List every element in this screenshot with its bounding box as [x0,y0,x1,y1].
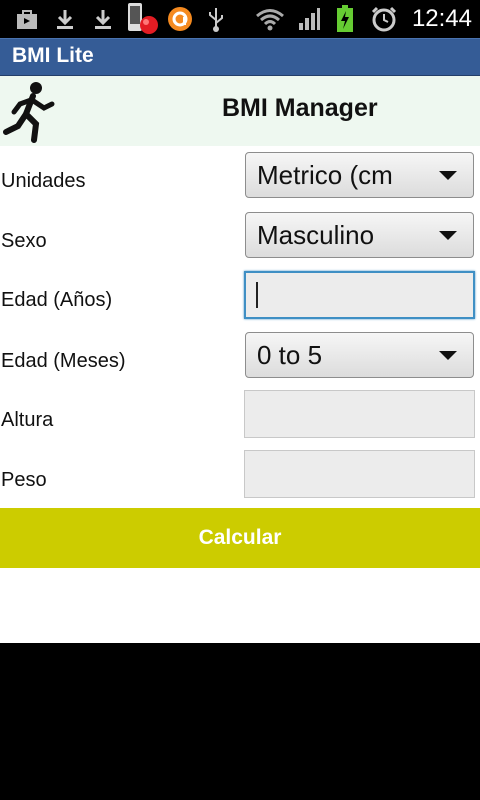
phone-icon [125,3,159,34]
runner-icon [0,80,56,144]
status-time: 12:44 [411,5,472,32]
calculate-button[interactable]: Calcular [0,508,480,568]
age-years-field[interactable] [244,271,475,319]
bag-icon [14,6,40,32]
sex-label: Sexo [1,230,47,252]
weight-field[interactable] [244,450,475,498]
dropdown-arrow-icon [439,351,457,360]
height-label: Altura [1,409,54,431]
age-months-spinner[interactable]: 0 to 5 [245,332,474,378]
status-bar: 12:44 [0,0,480,38]
age-months-value: 0 to 5 [257,340,323,370]
dropdown-arrow-icon [439,231,457,240]
sex-spinner[interactable]: Masculino [245,212,474,258]
age-years-label: Edad (Años) [1,289,113,311]
units-value: Metrico (cm [257,160,393,190]
title-bar: BMI Lite [0,38,480,76]
sex-value: Masculino [257,220,375,250]
height-input[interactable] [245,391,474,437]
page-title: BMI Manager [222,94,378,122]
signal-icon [296,6,322,32]
weight-label: Peso [1,469,47,491]
units-label: Unidades [1,170,86,192]
content-area: BMI Manager Unidades Metrico (cm Sexo Ma… [0,76,480,643]
wifi-icon [254,6,286,32]
dropdown-arrow-icon [439,171,457,180]
download-icon [90,6,116,32]
notification-icon [166,6,194,32]
battery-icon [334,5,356,32]
download-icon [52,6,78,32]
height-field[interactable] [244,390,475,438]
weight-input[interactable] [245,451,474,497]
text-cursor [256,282,258,308]
units-spinner[interactable]: Metrico (cm [245,152,474,198]
age-years-input[interactable] [246,273,473,317]
app-title: BMI Lite [12,44,94,67]
banner: BMI Manager [0,76,480,146]
usb-icon [204,6,228,32]
alarm-icon [370,6,398,32]
age-months-label: Edad (Meses) [1,350,126,372]
